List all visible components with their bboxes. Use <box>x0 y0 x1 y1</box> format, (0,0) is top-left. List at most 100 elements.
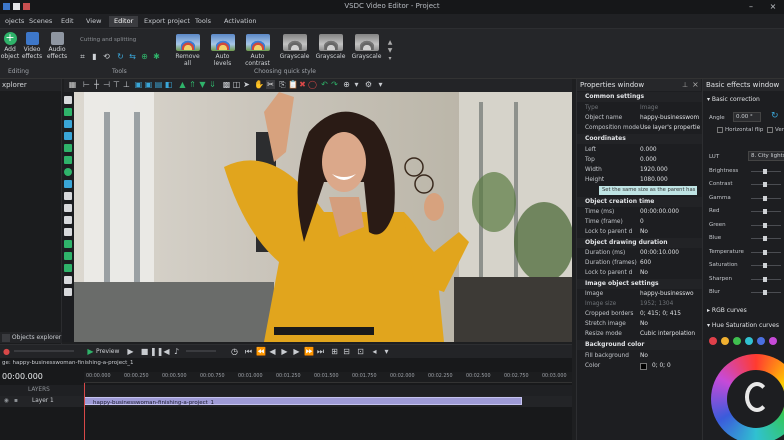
horizontal-flip-checkbox[interactable] <box>717 127 723 133</box>
contrast-slider-knob[interactable] <box>763 182 767 187</box>
same-size-as-parent-button[interactable]: Set the same size as the parent has <box>599 186 697 195</box>
quick-style-auto-contrast[interactable]: Auto contrast <box>241 34 274 67</box>
add-movement-icon[interactable] <box>64 264 72 272</box>
angle-input[interactable]: 0.00 ° <box>733 112 761 122</box>
add-image-icon[interactable] <box>64 120 72 128</box>
width-value[interactable]: 1920.000 <box>640 165 700 175</box>
arrow-double-down-icon[interactable]: ⇓ <box>208 80 217 89</box>
select-tool-icon[interactable] <box>64 96 72 104</box>
layer-icon[interactable]: ◧ <box>164 80 173 89</box>
green-slider-knob[interactable] <box>763 223 767 228</box>
stretch-image-value[interactable]: No <box>640 319 700 329</box>
magenta-swatch[interactable] <box>769 337 777 345</box>
play-icon[interactable]: ▶ <box>126 347 135 356</box>
brightness-slider-knob[interactable] <box>763 169 767 174</box>
play-preview-icon[interactable]: ▶ <box>86 347 95 356</box>
video-effects-button[interactable]: Video effects <box>20 31 44 60</box>
lock-icon[interactable]: ▪ <box>14 398 18 404</box>
timeline-play-icon[interactable]: ▶ <box>280 347 289 356</box>
drawing-duration-section[interactable]: Object drawing duration <box>577 238 702 248</box>
lock-to-parent-duration-row[interactable]: Lock to parent d No <box>577 268 702 278</box>
record-icon[interactable]: ● <box>2 347 11 356</box>
add-sprite-icon[interactable] <box>64 216 72 224</box>
add-line-icon[interactable] <box>64 144 72 152</box>
brightness-slider[interactable] <box>751 169 781 174</box>
time-frame-value[interactable]: 0 <box>640 217 700 227</box>
menu-tools[interactable]: Tools <box>190 16 216 27</box>
move-up-icon[interactable]: ▣ <box>134 80 143 89</box>
rotate-icon[interactable]: ⟲ <box>102 52 111 61</box>
zoom-icon[interactable]: ⊕ <box>342 80 351 89</box>
add-text-icon[interactable] <box>64 192 72 200</box>
add-subtitle-icon[interactable] <box>64 204 72 212</box>
image-value[interactable]: happy-businesswo <box>640 289 700 299</box>
cropped-borders-value[interactable]: 0; 415; 0; 415 <box>640 309 700 319</box>
duration-ms-row[interactable]: Duration (ms) 00:00:10.000 <box>577 248 702 258</box>
fill-background-value[interactable]: No <box>640 351 700 361</box>
height-value[interactable]: 1080.000 <box>640 175 700 185</box>
timeline-ruler[interactable]: 00:00.000 00:00.250 00:00.500 00:00.750 … <box>84 372 572 383</box>
image-settings-section[interactable]: Image object settings <box>577 279 702 289</box>
move-down-icon[interactable]: ▣ <box>144 80 153 89</box>
quick-style-grayscale-2[interactable]: Grayscale <box>314 34 347 62</box>
menu-scenes[interactable]: Scenes <box>24 16 57 27</box>
lut-select[interactable]: 8. City lights <box>748 151 784 161</box>
fill-background-row[interactable]: Fill background No <box>577 351 702 361</box>
next-frame-icon[interactable]: ▶ <box>292 347 301 356</box>
quick-style-remove-all[interactable]: Remove all <box>171 34 204 67</box>
close-icon[interactable]: × <box>766 2 780 12</box>
lock-to-parent-row[interactable]: Lock to parent d No <box>577 227 702 237</box>
blue-slider[interactable] <box>751 236 781 241</box>
snap-icon[interactable]: ⊡ <box>356 347 365 356</box>
basic-correction-section[interactable]: ▾ Basic correction <box>707 96 760 103</box>
temperature-slider-knob[interactable] <box>763 250 767 255</box>
step-back-icon[interactable]: ◀ <box>162 347 171 356</box>
undo-icon[interactable]: ↶ <box>320 80 329 89</box>
top-row[interactable]: Top 0.000 <box>577 155 702 165</box>
saturation-slider[interactable] <box>751 263 781 268</box>
cropped-borders-row[interactable]: Cropped borders 0; 415; 0; 415 <box>577 309 702 319</box>
background-color-section[interactable]: Background color <box>577 340 702 350</box>
composition-mode-row[interactable]: Composition mode Use layer's properties <box>577 123 702 133</box>
timeline-clip[interactable]: happy-businesswoman-finishing-a-project_… <box>84 397 522 406</box>
quick-style-grayscale-3[interactable]: Grayscale <box>350 34 383 62</box>
sharpen-slider[interactable] <box>751 277 781 282</box>
move-tool-icon[interactable] <box>64 288 72 296</box>
temperature-slider[interactable] <box>751 250 781 255</box>
preview-label[interactable]: Preview <box>96 348 119 355</box>
quick-style-grayscale-1[interactable]: Grayscale <box>278 34 311 62</box>
align-right-icon[interactable]: ⊣ <box>102 80 111 89</box>
sharpen-slider-knob[interactable] <box>763 277 767 282</box>
top-value[interactable]: 0.000 <box>640 155 700 165</box>
zoom-slider[interactable] <box>14 350 74 352</box>
quick-style-auto-levels[interactable]: Auto levels <box>206 34 239 67</box>
stop-icon[interactable]: ■ <box>140 347 149 356</box>
color-swatch[interactable] <box>640 363 647 370</box>
minimize-icon[interactable]: – <box>744 2 758 12</box>
distribute-icon[interactable]: ▤ <box>154 80 163 89</box>
left-value[interactable]: 0.000 <box>640 145 700 155</box>
duration-frames-row[interactable]: Duration (frames) 600 <box>577 258 702 268</box>
menu-activation[interactable]: Activation <box>219 16 262 27</box>
pause-icon[interactable]: ❚❚ <box>150 347 163 356</box>
objects-explorer-tab[interactable]: Objects explorer <box>0 332 62 343</box>
composition-mode-value[interactable]: Use layer's properties <box>640 123 700 133</box>
stabilize-icon[interactable]: ⊕ <box>140 52 149 61</box>
red-slider[interactable] <box>751 209 781 214</box>
skip-start-icon[interactable]: ⏮ <box>244 347 253 356</box>
align-top-icon[interactable]: ⊤ <box>112 80 121 89</box>
duration-frames-value[interactable]: 600 <box>640 258 700 268</box>
object-name-value[interactable]: happy-businesswom <box>640 113 700 123</box>
menu-edit[interactable]: Edit <box>56 16 79 27</box>
time-ms-value[interactable]: 00:00:00.000 <box>640 207 700 217</box>
quick-style-scroll[interactable]: ▲ ▼ ▾ <box>386 39 394 63</box>
rewind-icon[interactable]: ⏪ <box>256 347 266 356</box>
yellow-swatch[interactable] <box>721 337 729 345</box>
chevron-down-icon[interactable]: ▾ <box>352 80 361 89</box>
hue-saturation-section[interactable]: ▾ Hue Saturation curves <box>707 322 779 329</box>
add-audio-icon[interactable] <box>64 132 72 140</box>
redo-icon[interactable]: ↷ <box>330 80 339 89</box>
split-icon[interactable]: ⊞ <box>330 347 339 356</box>
copy-icon[interactable]: ⎘ <box>278 80 287 89</box>
skip-end-icon[interactable]: ⏭ <box>316 347 325 356</box>
